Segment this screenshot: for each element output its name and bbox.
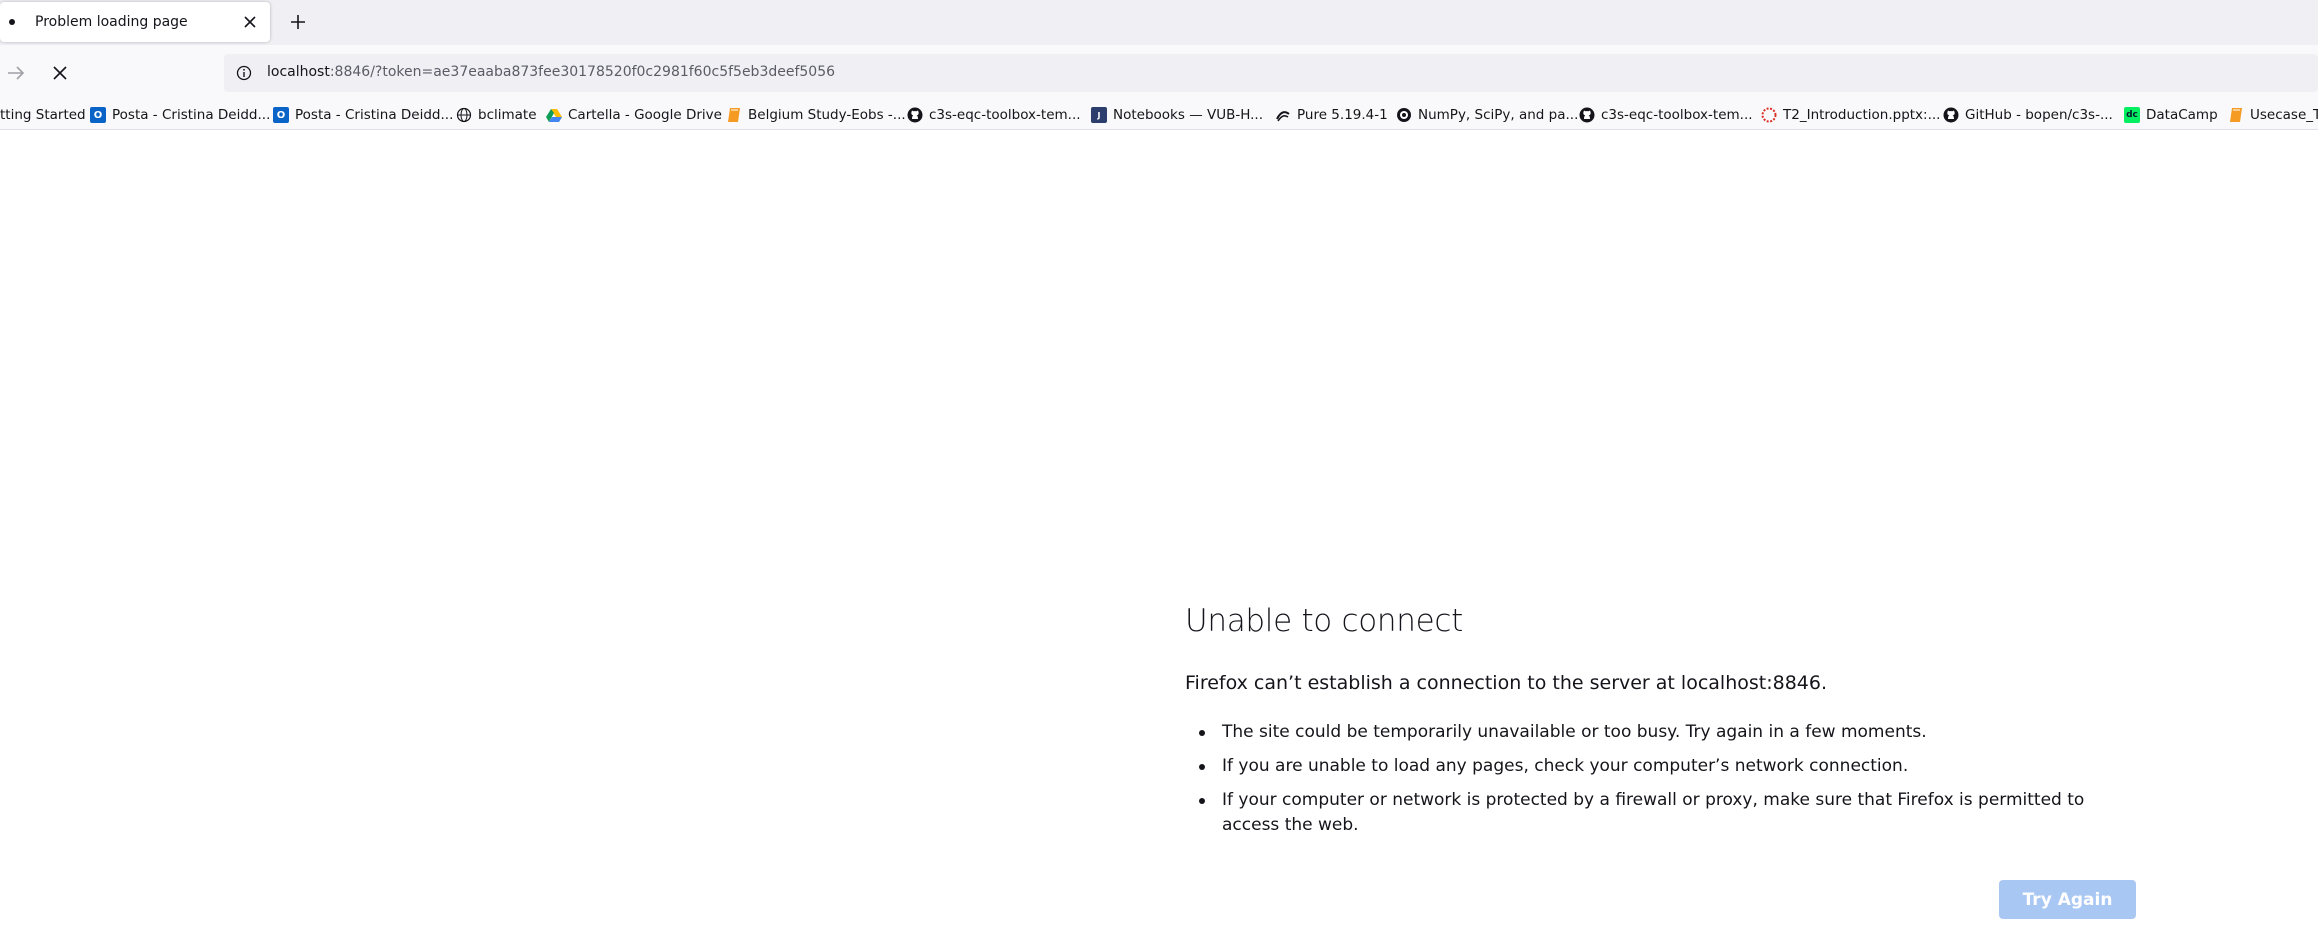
book-icon: [726, 107, 742, 123]
url-bar[interactable]: localhost:8846/?token=ae37eaaba873fee301…: [224, 54, 2318, 92]
tab-loading-dot-icon: [9, 19, 15, 25]
bookmark-label: Posta - Cristina Deidd...: [295, 107, 454, 123]
bookmark-label: Posta - Cristina Deidd...: [112, 107, 271, 123]
close-icon[interactable]: [238, 10, 262, 34]
bookmark-label: c3s-eqc-toolbox-tem...: [1601, 107, 1753, 123]
stop-loading-icon[interactable]: [46, 59, 74, 87]
bookmark-c3s-toolbox-2[interactable]: c3s-eqc-toolbox-tem...: [1579, 105, 1753, 125]
bookmark-notebooks-vub[interactable]: J Notebooks — VUB-H...: [1091, 105, 1263, 125]
bookmark-label: Pure 5.19.4-1: [1297, 107, 1388, 123]
book-icon: [2228, 107, 2244, 123]
github-icon: [1943, 107, 1959, 123]
outlook-icon: O: [273, 107, 289, 123]
bookmark-label: DataCamp: [2146, 107, 2218, 123]
new-tab-plus-icon[interactable]: [284, 8, 312, 36]
bullet-icon: [1199, 764, 1205, 770]
tab-strip: Problem loading page: [0, 0, 2318, 45]
list-item: If your computer or network is protected…: [1185, 788, 2135, 838]
github-icon: [1579, 107, 1595, 123]
nav-bar: localhost:8846/?token=ae37eaaba873fee301…: [0, 45, 2318, 100]
error-title: Unable to connect: [1185, 603, 1464, 639]
error-suggestion-list: The site could be temporarily unavailabl…: [1185, 720, 2135, 847]
bookmark-label: tting Started: [0, 107, 86, 123]
numpy-icon: [1396, 107, 1412, 123]
tab-active[interactable]: Problem loading page: [0, 2, 270, 42]
bookmark-posta-2[interactable]: O Posta - Cristina Deidd...: [273, 105, 453, 125]
tab-title: Problem loading page: [35, 14, 188, 30]
bookmark-posta-1[interactable]: O Posta - Cristina Deidd...: [90, 105, 270, 125]
pure-icon: [1275, 107, 1291, 123]
bookmark-c3s-toolbox-1[interactable]: c3s-eqc-toolbox-tem...: [907, 105, 1081, 125]
datacamp-icon: dc: [2124, 107, 2140, 123]
url-text[interactable]: localhost:8846/?token=ae37eaaba873fee301…: [267, 64, 835, 80]
bookmark-github-bopen[interactable]: GitHub - bopen/c3s-...: [1943, 105, 2113, 125]
list-item: The site could be temporarily unavailabl…: [1185, 720, 2135, 745]
bookmark-bclimate[interactable]: bclimate: [456, 105, 537, 125]
bookmark-datacamp[interactable]: dc DataCamp: [2124, 105, 2218, 125]
globe-icon: [456, 107, 472, 123]
bookmarks-toolbar: tting Started O Posta - Cristina Deidd..…: [0, 100, 2318, 130]
bookmark-getting-started[interactable]: tting Started: [0, 105, 86, 125]
try-again-button[interactable]: Try Again: [1999, 880, 2136, 919]
bookmark-google-drive[interactable]: Cartella - Google Drive: [546, 105, 722, 125]
bookmark-pure[interactable]: Pure 5.19.4-1: [1275, 105, 1388, 125]
bookmark-belgium-study[interactable]: Belgium Study-Eobs -...: [726, 105, 906, 125]
bookmark-label: Notebooks — VUB-H...: [1113, 107, 1264, 123]
error-description: Firefox can’t establish a connection to …: [1185, 672, 1828, 694]
bullet-icon: [1199, 730, 1205, 736]
bookmark-label: bclimate: [478, 107, 537, 123]
notebook-icon: J: [1091, 107, 1107, 123]
outlook-icon: O: [90, 107, 106, 123]
bookmark-label: GitHub - bopen/c3s-...: [1965, 107, 2113, 123]
bookmark-numpy-scipy[interactable]: NumPy, SciPy, and pa...: [1396, 105, 1578, 125]
bookmark-t2-introduction[interactable]: T2_Introduction.pptx:...: [1761, 105, 1940, 125]
bookmark-label: Belgium Study-Eobs -...: [748, 107, 906, 123]
github-icon: [907, 107, 923, 123]
list-item-text: If you are unable to load any pages, che…: [1222, 756, 1909, 776]
forward-arrow-icon[interactable]: [2, 59, 30, 87]
ppt-icon: [1761, 107, 1777, 123]
bookmark-label: NumPy, SciPy, and pa...: [1418, 107, 1579, 123]
list-item-text: If your computer or network is protected…: [1222, 790, 2085, 835]
google-drive-icon: [546, 107, 562, 123]
bookmark-label: Cartella - Google Drive: [568, 107, 722, 123]
bookmark-label: T2_Introduction.pptx:...: [1783, 107, 1941, 123]
list-item-text: The site could be temporarily unavailabl…: [1222, 722, 1927, 742]
list-item: If you are unable to load any pages, che…: [1185, 754, 2135, 779]
url-host: localhost: [267, 64, 330, 80]
info-circle-icon[interactable]: [234, 63, 254, 83]
bookmark-label: Usecase_Tr: [2250, 107, 2318, 123]
url-path: :8846/?token=ae37eaaba873fee30178520f0c2…: [329, 64, 836, 80]
bookmark-label: c3s-eqc-toolbox-tem...: [929, 107, 1081, 123]
bookmark-usecase[interactable]: Usecase_Tr: [2228, 105, 2318, 125]
bullet-icon: [1199, 798, 1205, 804]
